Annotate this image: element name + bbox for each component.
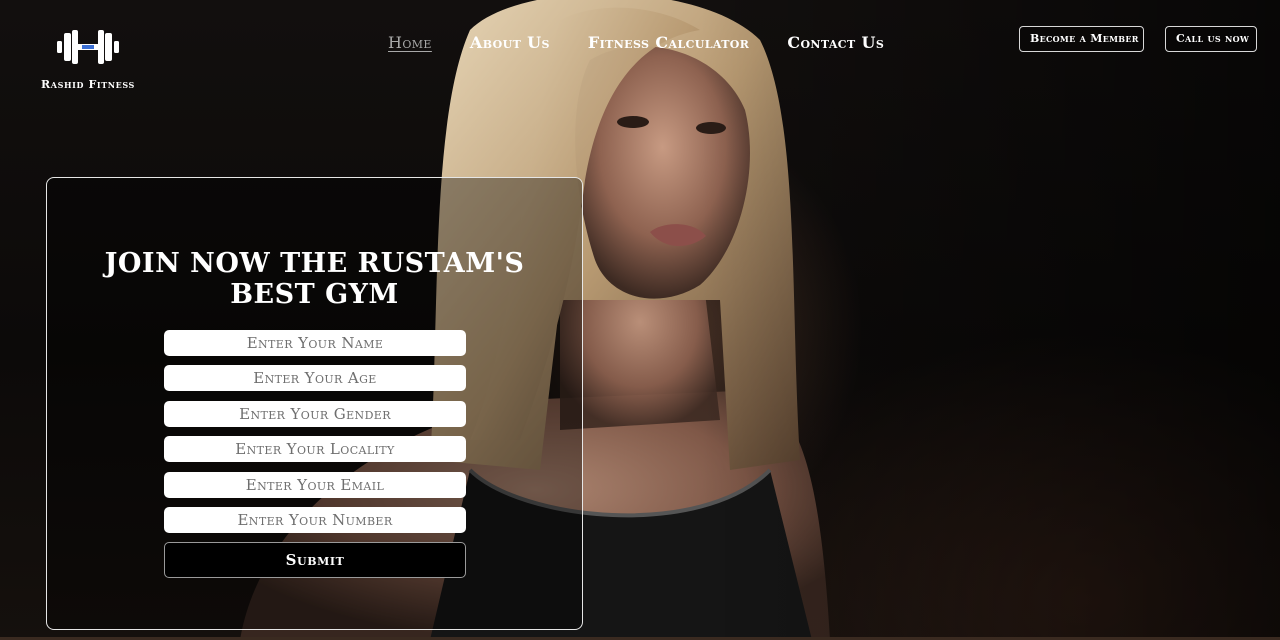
locality-field[interactable] xyxy=(164,436,466,462)
become-member-button[interactable]: Become a Member xyxy=(1019,26,1144,52)
nav-about-us[interactable]: About Us xyxy=(470,33,550,52)
page: Rashid Fitness Home About Us Fitness Cal… xyxy=(0,0,1280,640)
submit-button[interactable]: Submit xyxy=(164,542,466,578)
call-us-button[interactable]: Call us now xyxy=(1165,26,1257,52)
main-nav: Home About Us Fitness Calculator Contact… xyxy=(388,33,884,52)
nav-home[interactable]: Home xyxy=(388,33,432,52)
brand-logo[interactable]: Rashid Fitness xyxy=(36,28,140,91)
name-field[interactable] xyxy=(164,330,466,356)
gender-field[interactable] xyxy=(164,401,466,427)
brand-name: Rashid Fitness xyxy=(41,78,135,91)
dumbbell-icon xyxy=(57,30,119,64)
age-field[interactable] xyxy=(164,365,466,391)
number-field[interactable] xyxy=(164,507,466,533)
nav-contact-us[interactable]: Contact Us xyxy=(787,33,884,52)
email-field[interactable] xyxy=(164,472,466,498)
form-title-line1: JOIN NOW THE RUSTAM'S xyxy=(104,248,525,279)
form-title-line2: BEST GYM xyxy=(230,279,399,310)
nav-fitness-calculator[interactable]: Fitness Calculator xyxy=(588,33,749,52)
form-title: JOIN NOW THE RUSTAM'S BEST GYM xyxy=(47,248,582,310)
join-form-panel: JOIN NOW THE RUSTAM'S BEST GYM Submit xyxy=(46,177,583,630)
